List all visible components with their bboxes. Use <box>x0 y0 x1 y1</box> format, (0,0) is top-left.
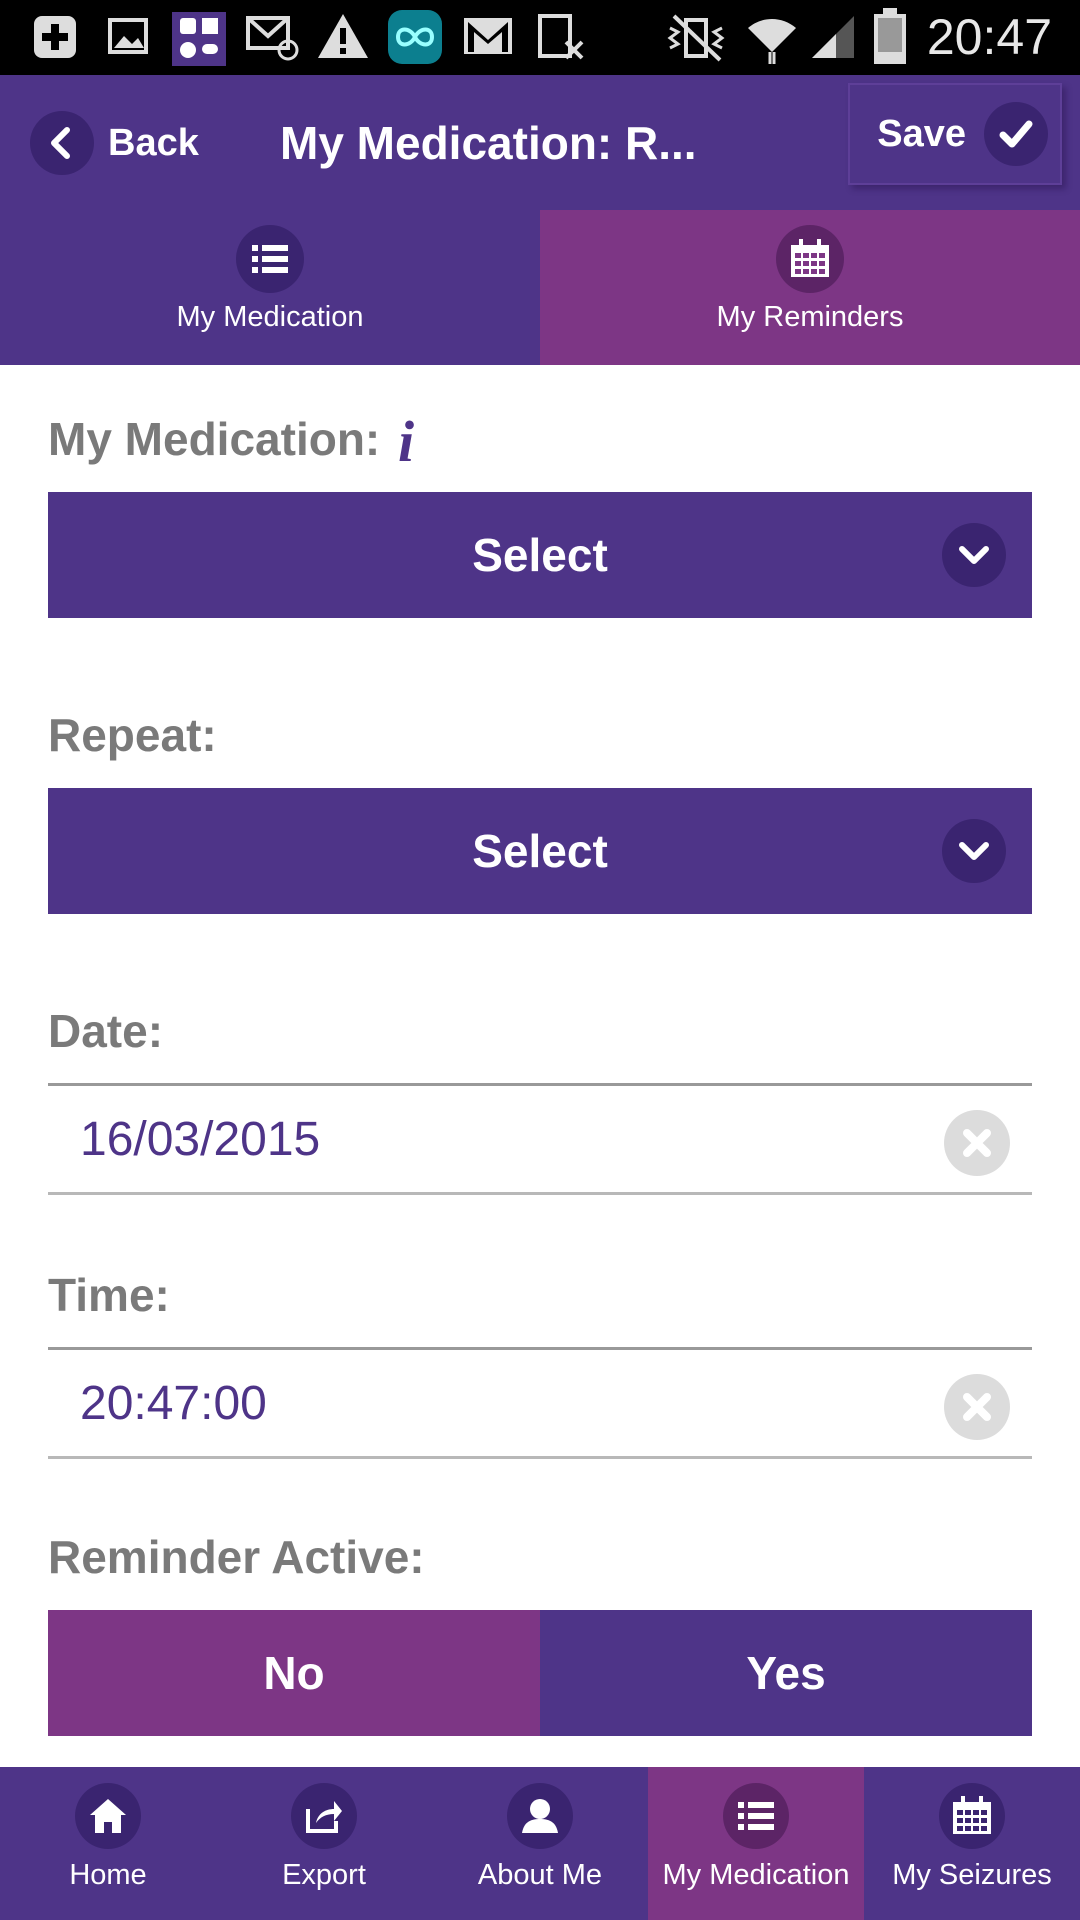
reminder-active-toggle: No Yes <box>48 1610 1032 1736</box>
nav-label: Home <box>69 1859 147 1891</box>
nav-export[interactable]: Export <box>216 1767 432 1920</box>
medication-app-icon <box>172 12 226 66</box>
date-input[interactable] <box>78 1110 882 1168</box>
gmail-icon <box>464 18 512 54</box>
chevron-down-icon <box>942 523 1006 587</box>
checkmark-icon <box>984 102 1048 166</box>
clear-time-icon[interactable] <box>944 1374 1010 1440</box>
nav-label: Export <box>282 1859 366 1891</box>
status-time: 20:47 <box>926 9 1052 65</box>
export-icon <box>291 1783 357 1849</box>
date-field <box>48 1083 1032 1195</box>
signal-icon <box>812 16 854 58</box>
nav-label: My Seizures <box>892 1859 1052 1891</box>
status-bar: 20:47 <box>0 0 1080 75</box>
time-input[interactable] <box>78 1374 882 1432</box>
medication-label: My Medication: <box>48 413 381 465</box>
bottom-nav: Home Export About Me My Medication My Se… <box>0 1767 1080 1920</box>
battery-icon <box>874 8 906 64</box>
info-icon[interactable]: i <box>398 408 414 475</box>
time-label: Time: <box>48 1269 170 1321</box>
repeat-select[interactable]: Select <box>48 788 1032 914</box>
list-icon <box>723 1783 789 1849</box>
person-icon <box>507 1783 573 1849</box>
time-field <box>48 1347 1032 1459</box>
warning-icon <box>318 14 368 58</box>
chevron-down-icon <box>942 819 1006 883</box>
date-label: Date: <box>48 1005 164 1057</box>
tab-bar: My Medication My Reminders <box>0 210 1080 365</box>
back-label: Back <box>108 121 199 164</box>
calendar-icon <box>939 1783 1005 1849</box>
chevron-left-icon <box>30 111 94 175</box>
reminder-yes-option[interactable]: Yes <box>540 1610 1032 1736</box>
nav-about-me[interactable]: About Me <box>432 1767 648 1920</box>
nav-my-medication[interactable]: My Medication <box>648 1767 864 1920</box>
list-icon <box>236 225 304 293</box>
wifi-icon <box>748 19 796 64</box>
back-button[interactable]: Back <box>30 103 199 183</box>
vibrate-mute-icon <box>667 14 725 62</box>
medication-select-value: Select <box>472 529 608 581</box>
tab-my-medication[interactable]: My Medication <box>0 210 540 365</box>
repeat-label: Repeat: <box>48 709 217 761</box>
repeat-select-value: Select <box>472 825 608 877</box>
tab-label: My Medication <box>176 301 364 333</box>
calendar-icon <box>776 225 844 293</box>
save-button[interactable]: Save <box>848 83 1062 185</box>
nav-my-seizures[interactable]: My Seizures <box>864 1767 1080 1920</box>
infinity-app-icon <box>388 10 442 64</box>
home-icon <box>75 1783 141 1849</box>
reminder-active-label: Reminder Active: <box>48 1531 425 1583</box>
image-icon <box>108 18 148 54</box>
save-label: Save <box>877 112 966 155</box>
nav-label: My Medication <box>662 1859 850 1891</box>
tab-label: My Reminders <box>716 301 904 333</box>
clear-date-icon[interactable] <box>944 1110 1010 1176</box>
reminder-no-option[interactable]: No <box>48 1610 540 1736</box>
medication-select[interactable]: Select <box>48 492 1032 618</box>
page-title: My Medication: R... <box>280 117 697 169</box>
email-at-icon <box>246 16 299 61</box>
add-box-icon <box>34 16 76 58</box>
nav-home[interactable]: Home <box>0 1767 216 1920</box>
nav-label: About Me <box>477 1859 603 1891</box>
tab-my-reminders[interactable]: My Reminders <box>540 210 1080 365</box>
app-header: Back My Medication: R... Save <box>0 75 1080 210</box>
sim-off-icon <box>538 14 584 60</box>
